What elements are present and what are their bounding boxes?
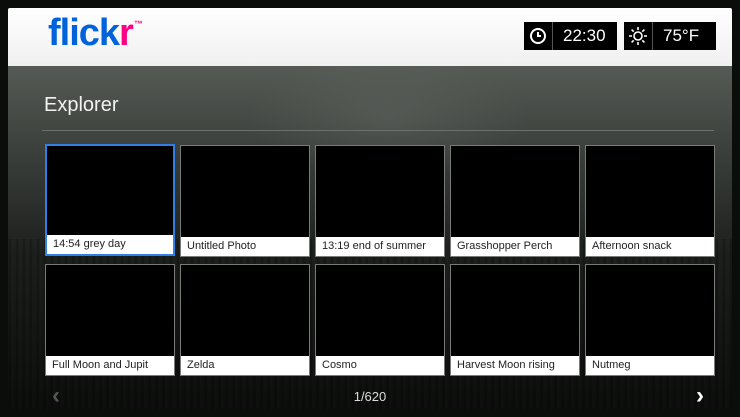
top-bar: flickr™ 22:30 75°F [8, 8, 732, 67]
next-page-button[interactable]: › [696, 384, 704, 408]
time-text: 22:30 [563, 26, 606, 45]
logo-accent: r [119, 12, 134, 54]
photo-caption: Full Moon and Jupit [46, 356, 174, 375]
photo-caption: Nutmeg [586, 356, 714, 375]
logo-text: flick [48, 12, 120, 54]
photo-tile[interactable]: Nutmeg [585, 264, 715, 376]
sun-icon [624, 22, 653, 50]
photo-tile[interactable]: 13:19 end of summer [315, 145, 445, 257]
clock-status: 22:30 [524, 22, 617, 50]
photo-tile[interactable]: Zelda [180, 264, 310, 376]
photo-caption: Afternoon snack [586, 237, 714, 256]
photo-caption: Harvest Moon rising [451, 356, 579, 375]
photo-tile[interactable]: Untitled Photo [180, 145, 310, 257]
photo-tile[interactable]: Afternoon snack [585, 145, 715, 257]
explorer-panel: Explorer 14:54 grey day Untitled Photo 1… [8, 66, 732, 409]
section-divider [42, 130, 714, 131]
photo-tile[interactable]: 14:54 grey day [45, 144, 175, 256]
clock-icon [524, 22, 553, 50]
photo-caption: Untitled Photo [181, 237, 309, 256]
weather-status: 75°F [624, 22, 716, 50]
photo-caption: Grasshopper Perch [451, 237, 579, 256]
photo-tile[interactable]: Full Moon and Jupit [45, 264, 175, 376]
section-title: Explorer [44, 94, 119, 116]
photo-tile[interactable]: Grasshopper Perch [450, 145, 580, 257]
photo-tile[interactable]: Cosmo [315, 264, 445, 376]
photo-caption: Zelda [181, 356, 309, 375]
page-indicator: 1/620 [353, 389, 387, 404]
photo-tile[interactable]: Harvest Moon rising [450, 264, 580, 376]
temperature-text: 75°F [663, 26, 700, 45]
photo-caption: Cosmo [316, 356, 444, 375]
flickr-logo: flickr™ [48, 12, 143, 54]
photo-caption: 14:54 grey day [47, 235, 173, 254]
logo-trademark: ™ [133, 19, 143, 29]
photo-caption: 13:19 end of summer [316, 237, 444, 256]
app-frame: flickr™ 22:30 75°F Explorer 14:54 grey d… [8, 8, 732, 409]
